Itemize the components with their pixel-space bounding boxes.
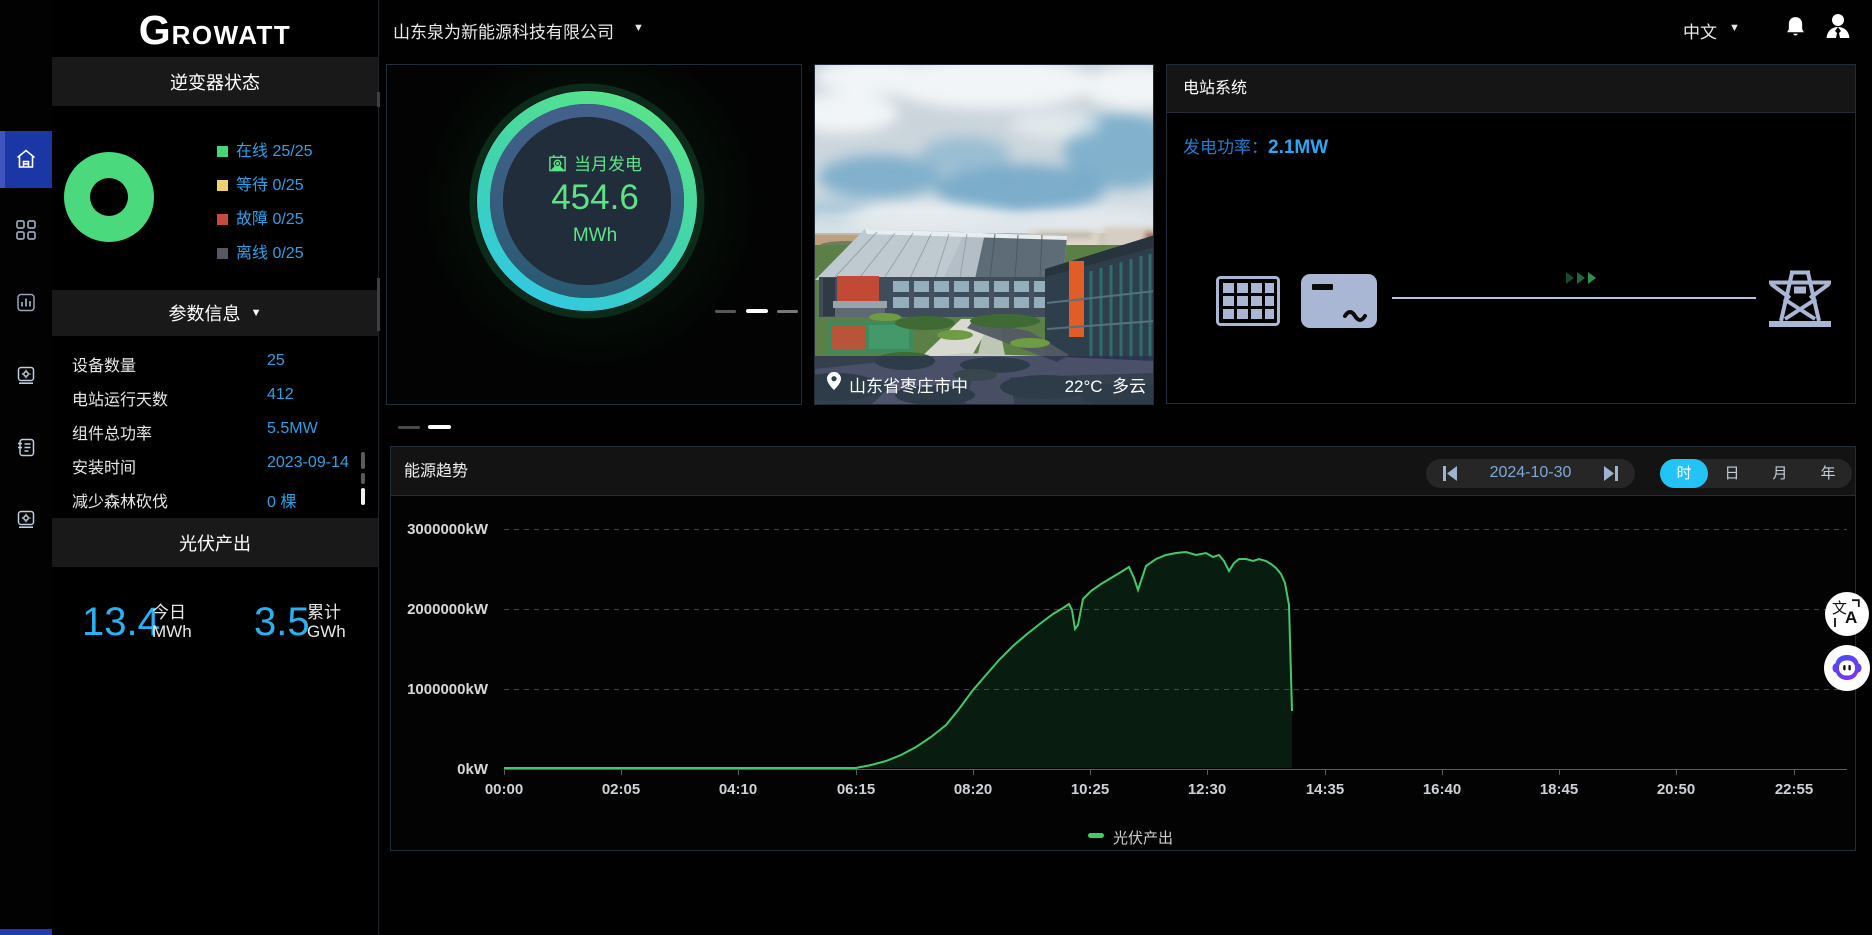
svg-text:3000000kW: 3000000kW bbox=[407, 521, 489, 538]
svg-text:06:15: 06:15 bbox=[837, 781, 875, 798]
svg-text:10:25: 10:25 bbox=[1071, 781, 1109, 798]
svg-text:08:20: 08:20 bbox=[954, 781, 992, 798]
svg-text:0kW: 0kW bbox=[457, 761, 489, 778]
svg-text:2000000kW: 2000000kW bbox=[407, 601, 489, 618]
svg-text:光伏产出: 光伏产出 bbox=[1113, 830, 1173, 847]
svg-text:22:55: 22:55 bbox=[1775, 781, 1813, 798]
svg-text:20:50: 20:50 bbox=[1657, 781, 1695, 798]
svg-text:04:10: 04:10 bbox=[719, 781, 757, 798]
svg-text:16:40: 16:40 bbox=[1423, 781, 1461, 798]
svg-text:14:35: 14:35 bbox=[1306, 781, 1344, 798]
svg-text:02:05: 02:05 bbox=[602, 781, 640, 798]
svg-text:12:30: 12:30 bbox=[1188, 781, 1226, 798]
svg-text:00:00: 00:00 bbox=[485, 781, 523, 798]
svg-text:1000000kW: 1000000kW bbox=[407, 681, 489, 698]
svg-text:18:45: 18:45 bbox=[1540, 781, 1578, 798]
